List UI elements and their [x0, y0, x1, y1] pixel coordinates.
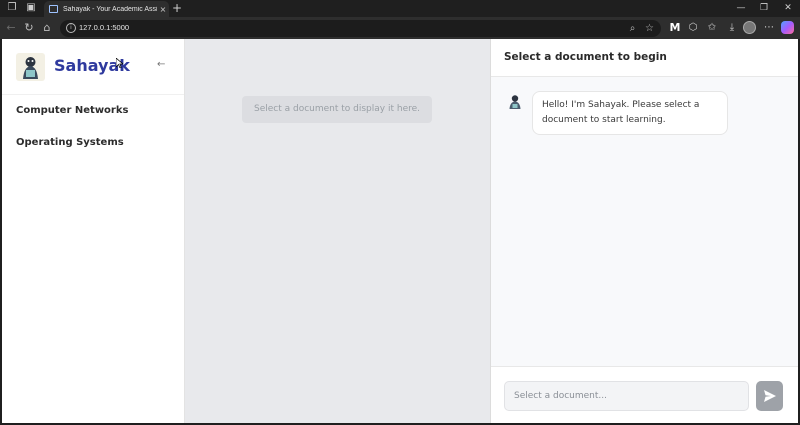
sidebar: Sahayak ← Computer Networks Operating Sy… [2, 39, 185, 423]
extension-icon[interactable]: ⬡ [686, 21, 700, 35]
favorite-star-icon[interactable]: ☆ [643, 22, 656, 35]
browser-tab[interactable]: Sahayak - Your Academic Assistant × [44, 1, 169, 17]
arrow-left-icon[interactable]: ← [157, 59, 165, 70]
app-window: Sahayak ← Computer Networks Operating Sy… [2, 39, 798, 423]
workspaces-icon[interactable]: ❐ [6, 2, 18, 14]
document-viewer: Select a document to display it here. [185, 39, 491, 423]
bot-message: Hello! I'm Sahayak. Please select a docu… [532, 91, 728, 135]
close-window-icon[interactable]: ✕ [781, 1, 795, 15]
send-icon [764, 390, 776, 402]
sidebar-item-computer-networks[interactable]: Computer Networks [16, 105, 128, 116]
sidebar-header: Sahayak ← [2, 39, 184, 95]
viewer-placeholder: Select a document to display it here. [242, 96, 432, 123]
logo [16, 53, 45, 81]
sidebar-item-operating-systems[interactable]: Operating Systems [16, 137, 124, 148]
chat-header: Select a document to begin [491, 39, 798, 77]
minimize-icon[interactable]: — [734, 1, 748, 15]
send-button[interactable] [756, 381, 783, 411]
mouse-cursor-icon [116, 58, 123, 68]
bot-avatar [509, 95, 521, 109]
restore-icon[interactable]: ❐ [757, 1, 771, 15]
chat-input-bar [491, 366, 798, 423]
browser-tab-bar: ❐ ▣ Sahayak - Your Academic Assistant × … [0, 0, 800, 17]
downloads-icon[interactable]: ⤓ [725, 21, 739, 35]
tab-title: Sahayak - Your Academic Assistant [63, 5, 157, 13]
profile-avatar[interactable] [743, 21, 756, 34]
more-menu-icon[interactable]: ⋯ [762, 21, 776, 35]
document-icon [49, 5, 58, 13]
site-info-icon[interactable]: i [66, 23, 76, 33]
reload-icon[interactable]: ↻ [22, 21, 36, 35]
chat-panel: Select a document to begin Hello! I'm Sa… [491, 39, 798, 423]
chat-input[interactable] [504, 381, 749, 411]
address-bar[interactable]: i 127.0.0.1:5000 ⌕ ☆ [60, 20, 661, 37]
favorites-icon[interactable]: ✩ [705, 21, 719, 35]
tab-close-icon[interactable]: × [157, 5, 169, 14]
extension-m-icon[interactable]: M [668, 21, 682, 35]
home-icon[interactable]: ⌂ [40, 21, 54, 35]
new-tab-button[interactable]: + [172, 1, 182, 15]
chat-title: Select a document to begin [504, 51, 667, 63]
back-icon[interactable]: ← [4, 21, 18, 35]
tab-actions-icon[interactable]: ▣ [25, 2, 37, 14]
zoom-icon[interactable]: ⌕ [626, 22, 639, 35]
browser-toolbar: ← ↻ ⌂ i 127.0.0.1:5000 ⌕ ☆ M ⬡ ✩ ⤓ ⋯ [0, 17, 800, 39]
copilot-icon[interactable] [781, 21, 794, 34]
url-text[interactable]: 127.0.0.1:5000 [79, 23, 129, 32]
